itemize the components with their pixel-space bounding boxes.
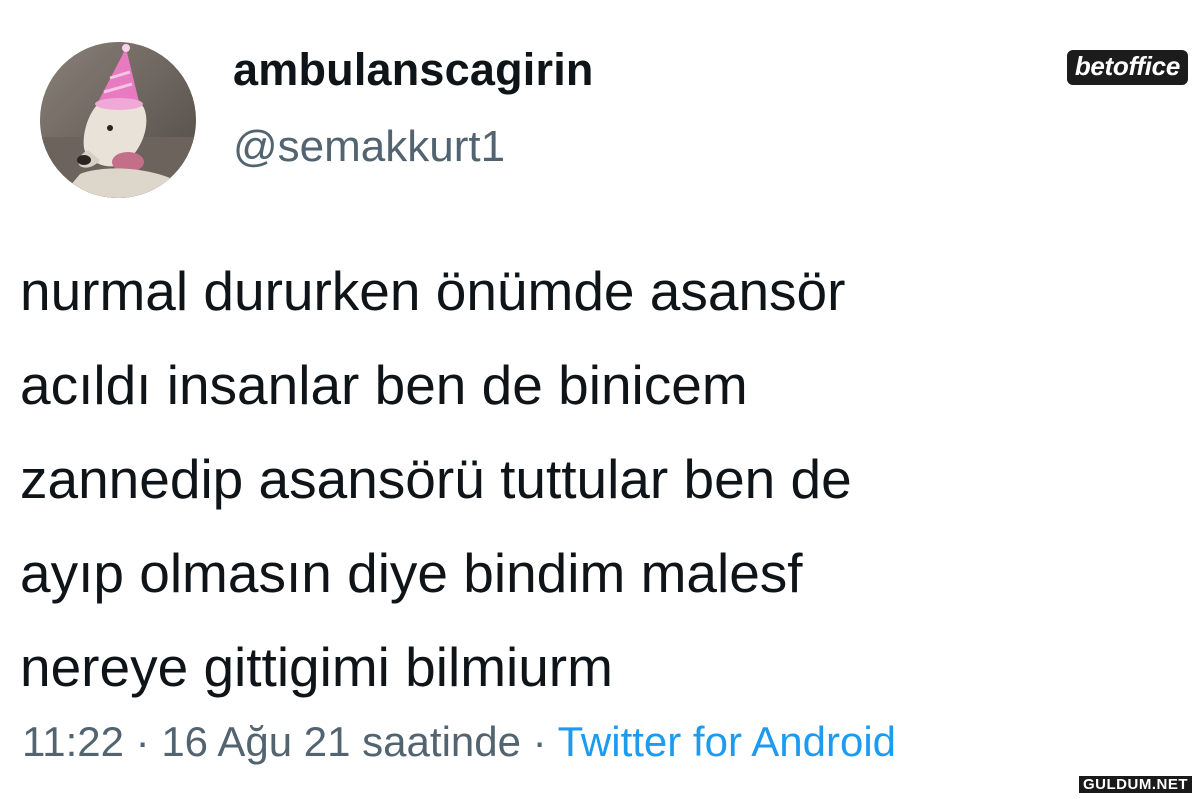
tweet-card: ambulanscagirin @semakkurt1 betoffice nu… bbox=[0, 0, 1200, 799]
meta-separator: · bbox=[520, 718, 558, 765]
tweet-text: nurmal dururken önümde asansör acıldı in… bbox=[20, 244, 1180, 714]
dog-avatar-icon bbox=[40, 42, 196, 198]
brand-logo: betoffice bbox=[1066, 50, 1188, 85]
tweet-text-line: acıldı insanlar ben de binicem bbox=[20, 354, 748, 416]
display-name[interactable]: ambulanscagirin bbox=[233, 44, 594, 96]
avatar[interactable] bbox=[40, 42, 196, 198]
user-handle[interactable]: @semakkurt1 bbox=[233, 122, 505, 172]
tweet-date[interactable]: 16 Ağu 21 saatinde bbox=[161, 718, 521, 765]
tweet-meta: 11:22 · 16 Ağu 21 saatinde · Twitter for… bbox=[22, 718, 896, 766]
watermark: GULDUM.NET bbox=[1079, 776, 1192, 793]
tweet-text-line: nereye gittigimi bilmiurm bbox=[20, 636, 613, 698]
tweet-time[interactable]: 11:22 bbox=[22, 718, 124, 765]
meta-separator: · bbox=[124, 718, 162, 765]
tweet-text-line: zannedip asansörü tuttular ben de bbox=[20, 448, 852, 510]
tweet-text-line: nurmal dururken önümde asansör bbox=[20, 260, 846, 322]
tweet-source-link[interactable]: Twitter for Android bbox=[558, 718, 896, 765]
tweet-text-line: ayıp olmasın diye bindim malesf bbox=[20, 542, 803, 604]
